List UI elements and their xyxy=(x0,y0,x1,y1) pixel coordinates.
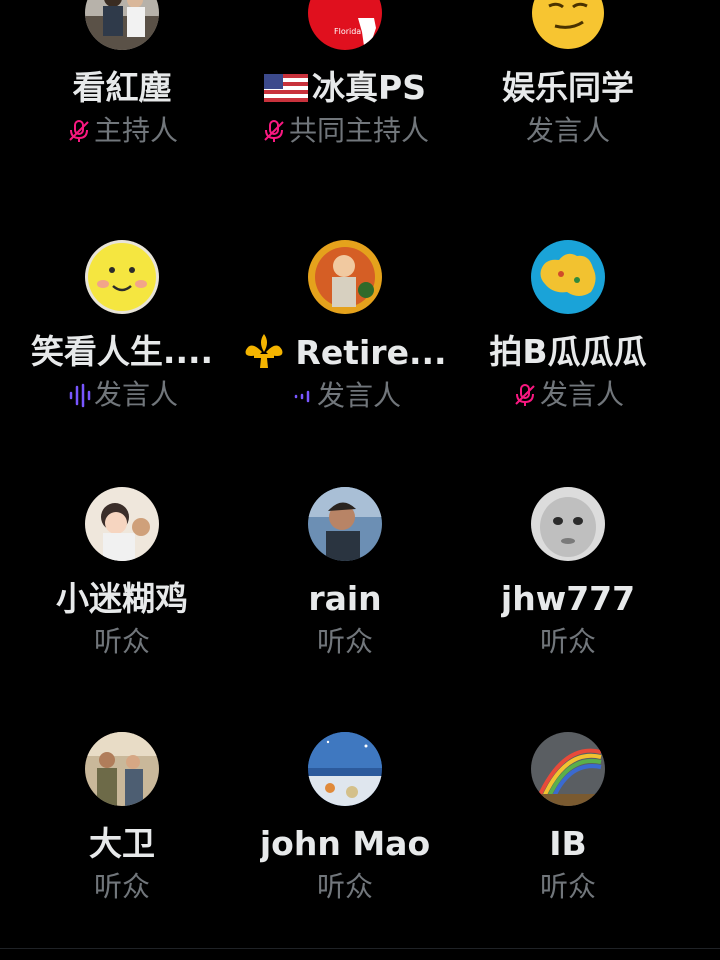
participant-role: 发言人 xyxy=(526,114,610,148)
role-label: 听众 xyxy=(93,625,150,658)
mic-muted-icon xyxy=(261,118,287,144)
svg-text:Florida: Florida xyxy=(334,27,361,36)
participant-card[interactable]: jhw777 听众 xyxy=(453,487,683,659)
participant-role: 发言人 xyxy=(66,378,178,412)
participant-role: 听众 xyxy=(317,625,373,659)
mic-muted-icon xyxy=(512,382,538,408)
participant-role: 共同主持人 xyxy=(261,114,429,148)
role-label: 听众 xyxy=(316,625,373,658)
participant-card[interactable]: 看紅塵 主持人 xyxy=(7,0,237,148)
participant-card[interactable]: rain 听众 xyxy=(230,487,460,659)
us-flag-icon xyxy=(264,71,309,102)
speaking-waveform-small-icon xyxy=(289,383,315,409)
participant-name: 拍B瓜瓜瓜 xyxy=(489,332,647,371)
participant-name-text: 冰真PS xyxy=(312,68,426,107)
divider xyxy=(0,948,720,949)
participant-card[interactable]: 笑看人生.... 发言人 xyxy=(7,240,237,412)
participant-name: rain xyxy=(308,579,382,618)
participant-name: 娱乐同学 xyxy=(502,68,634,107)
group-photo-avatar[interactable] xyxy=(85,732,159,806)
participant-role: 主持人 xyxy=(66,114,178,148)
cartoon-child-avatar[interactable] xyxy=(85,487,159,561)
baby-face-avatar[interactable] xyxy=(531,487,605,561)
participant-card[interactable]: john Mao 听众 xyxy=(230,732,460,904)
speakers-grid: 看紅塵 主持人 Florida 冰真PS 共同主持人 娱乐同学 发言人 笑看人生… xyxy=(0,0,720,960)
painting-avatar[interactable] xyxy=(308,240,382,314)
participant-name: 冰真PS xyxy=(264,68,426,108)
participant-card[interactable]: Florida 冰真PS 共同主持人 xyxy=(230,0,460,148)
role-label: 听众 xyxy=(539,625,596,658)
rainbow-avatar[interactable] xyxy=(531,732,605,806)
participant-role: 发言人 xyxy=(289,379,401,413)
participant-card[interactable]: 大卫 听众 xyxy=(7,732,237,904)
participant-name: 看紅塵 xyxy=(72,68,172,107)
role-label: 听众 xyxy=(316,870,373,903)
participant-name: 笑看人生.... xyxy=(30,332,214,371)
mic-muted-icon xyxy=(66,118,92,144)
participant-name: IB xyxy=(549,824,587,863)
speaking-waveform-icon xyxy=(66,382,92,408)
participant-name-text: Retire... xyxy=(295,333,447,372)
participant-name: 小迷糊鸡 xyxy=(56,579,188,618)
florida-logo-avatar[interactable]: Florida xyxy=(308,0,382,50)
role-label: 发言人 xyxy=(539,378,624,411)
role-label: 主持人 xyxy=(93,114,178,147)
participant-role: 发言人 xyxy=(512,378,624,412)
yellow-smiley-avatar[interactable] xyxy=(85,240,159,314)
photo-people-avatar[interactable] xyxy=(85,0,159,50)
participant-role: 听众 xyxy=(94,870,150,904)
australia-map-avatar[interactable] xyxy=(531,240,605,314)
night-sky-avatar[interactable] xyxy=(308,732,382,806)
role-label: 发言人 xyxy=(525,114,610,147)
role-label: 发言人 xyxy=(316,379,401,412)
participant-role: 听众 xyxy=(540,870,596,904)
participant-role: 听众 xyxy=(540,625,596,659)
participant-name: Retire... xyxy=(243,332,447,373)
role-label: 听众 xyxy=(93,870,150,903)
participant-name: 大卫 xyxy=(89,824,155,863)
participant-card[interactable]: 拍B瓜瓜瓜 发言人 xyxy=(453,240,683,412)
role-label: 听众 xyxy=(539,870,596,903)
young-man-avatar[interactable] xyxy=(308,487,382,561)
fleur-de-lis-icon xyxy=(243,332,285,370)
participant-card[interactable]: Retire... 发言人 xyxy=(230,240,460,413)
participant-card[interactable]: 小迷糊鸡 听众 xyxy=(7,487,237,659)
participant-role: 听众 xyxy=(94,625,150,659)
participant-card[interactable]: IB 听众 xyxy=(453,732,683,904)
participant-role: 听众 xyxy=(317,870,373,904)
role-label: 共同主持人 xyxy=(288,114,429,147)
participant-card[interactable]: 娱乐同学 发言人 xyxy=(453,0,683,148)
participant-name: john Mao xyxy=(259,824,431,863)
role-label: 发言人 xyxy=(93,378,178,411)
smirk-emoji-avatar[interactable] xyxy=(531,0,605,50)
participant-name: jhw777 xyxy=(500,579,636,618)
